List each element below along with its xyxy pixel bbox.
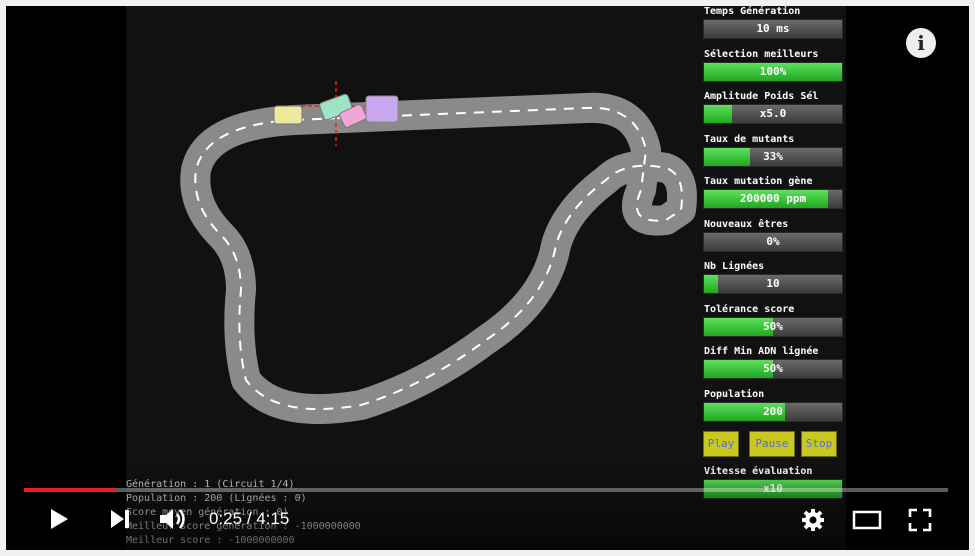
control-panel: Temps Génération 10 ms Sélection meilleurs… [702, 6, 846, 506]
pause-button[interactable]: Pause [749, 431, 795, 457]
fullscreen-icon[interactable] [908, 508, 932, 532]
progress-played [24, 488, 115, 492]
slider-value: 10 [766, 277, 780, 290]
control-slider[interactable]: 10 [703, 274, 843, 294]
theater-icon[interactable] [852, 510, 882, 530]
duration: 4:15 [256, 509, 290, 528]
slider-value: 200 [763, 404, 783, 418]
video-player[interactable]: Temps Génération 10 ms Sélection meilleurs… [6, 6, 969, 550]
control-slider[interactable]: 200000 ppm [703, 189, 843, 209]
control-label: Nb Lignées [704, 261, 765, 272]
controls-shade [6, 460, 969, 550]
time-display: 0:25 / 4:15 [209, 509, 289, 529]
track-road [180, 92, 697, 425]
slider-value: x5.0 [759, 107, 787, 120]
time-separator: / [242, 509, 257, 528]
info-icon[interactable]: i [906, 28, 936, 58]
car-purple [365, 95, 399, 123]
control-label: Taux de mutants [704, 133, 795, 145]
control-label: Diff Min ADN lignée [704, 346, 819, 357]
slider-value: 200000 ppm [739, 192, 807, 205]
volume-icon[interactable] [158, 506, 190, 532]
play-icon[interactable] [46, 506, 72, 532]
control-slider[interactable]: 50% [703, 359, 843, 379]
control-label: Sélection meilleurs [704, 48, 819, 60]
settings-icon[interactable] [801, 508, 825, 532]
control-label: Tolérance score [704, 303, 795, 315]
control-slider[interactable]: x5.0 [703, 104, 843, 124]
slider-value: 10 ms [756, 22, 790, 35]
control-slider[interactable]: 33% [703, 146, 843, 167]
control-slider[interactable]: 10 ms [703, 19, 843, 39]
slider-value: 0% [766, 234, 780, 248]
control-label: Amplitude Poids Sél [704, 91, 819, 102]
play-button[interactable]: Play [703, 431, 739, 457]
current-time: 0:25 [209, 509, 243, 528]
stop-button[interactable]: Stop [801, 431, 837, 457]
slider-value: 50% [763, 319, 783, 333]
slider-value: 100% [759, 64, 787, 78]
control-slider[interactable]: 200 [703, 401, 843, 422]
slider-value: 33% [763, 149, 783, 163]
control-label: Nouveaux êtres [704, 218, 789, 230]
next-icon[interactable] [108, 508, 132, 530]
car-yellow [273, 105, 303, 125]
progress-bar[interactable] [24, 488, 948, 492]
control-slider[interactable]: 100% [703, 61, 843, 82]
slider-value: 50% [763, 362, 783, 375]
control-label: Temps Génération [704, 6, 801, 17]
control-slider[interactable]: 0% [703, 231, 843, 252]
control-label: Taux mutation gène [704, 176, 813, 187]
control-label: Population [704, 388, 765, 400]
control-slider[interactable]: 50% [703, 316, 843, 337]
